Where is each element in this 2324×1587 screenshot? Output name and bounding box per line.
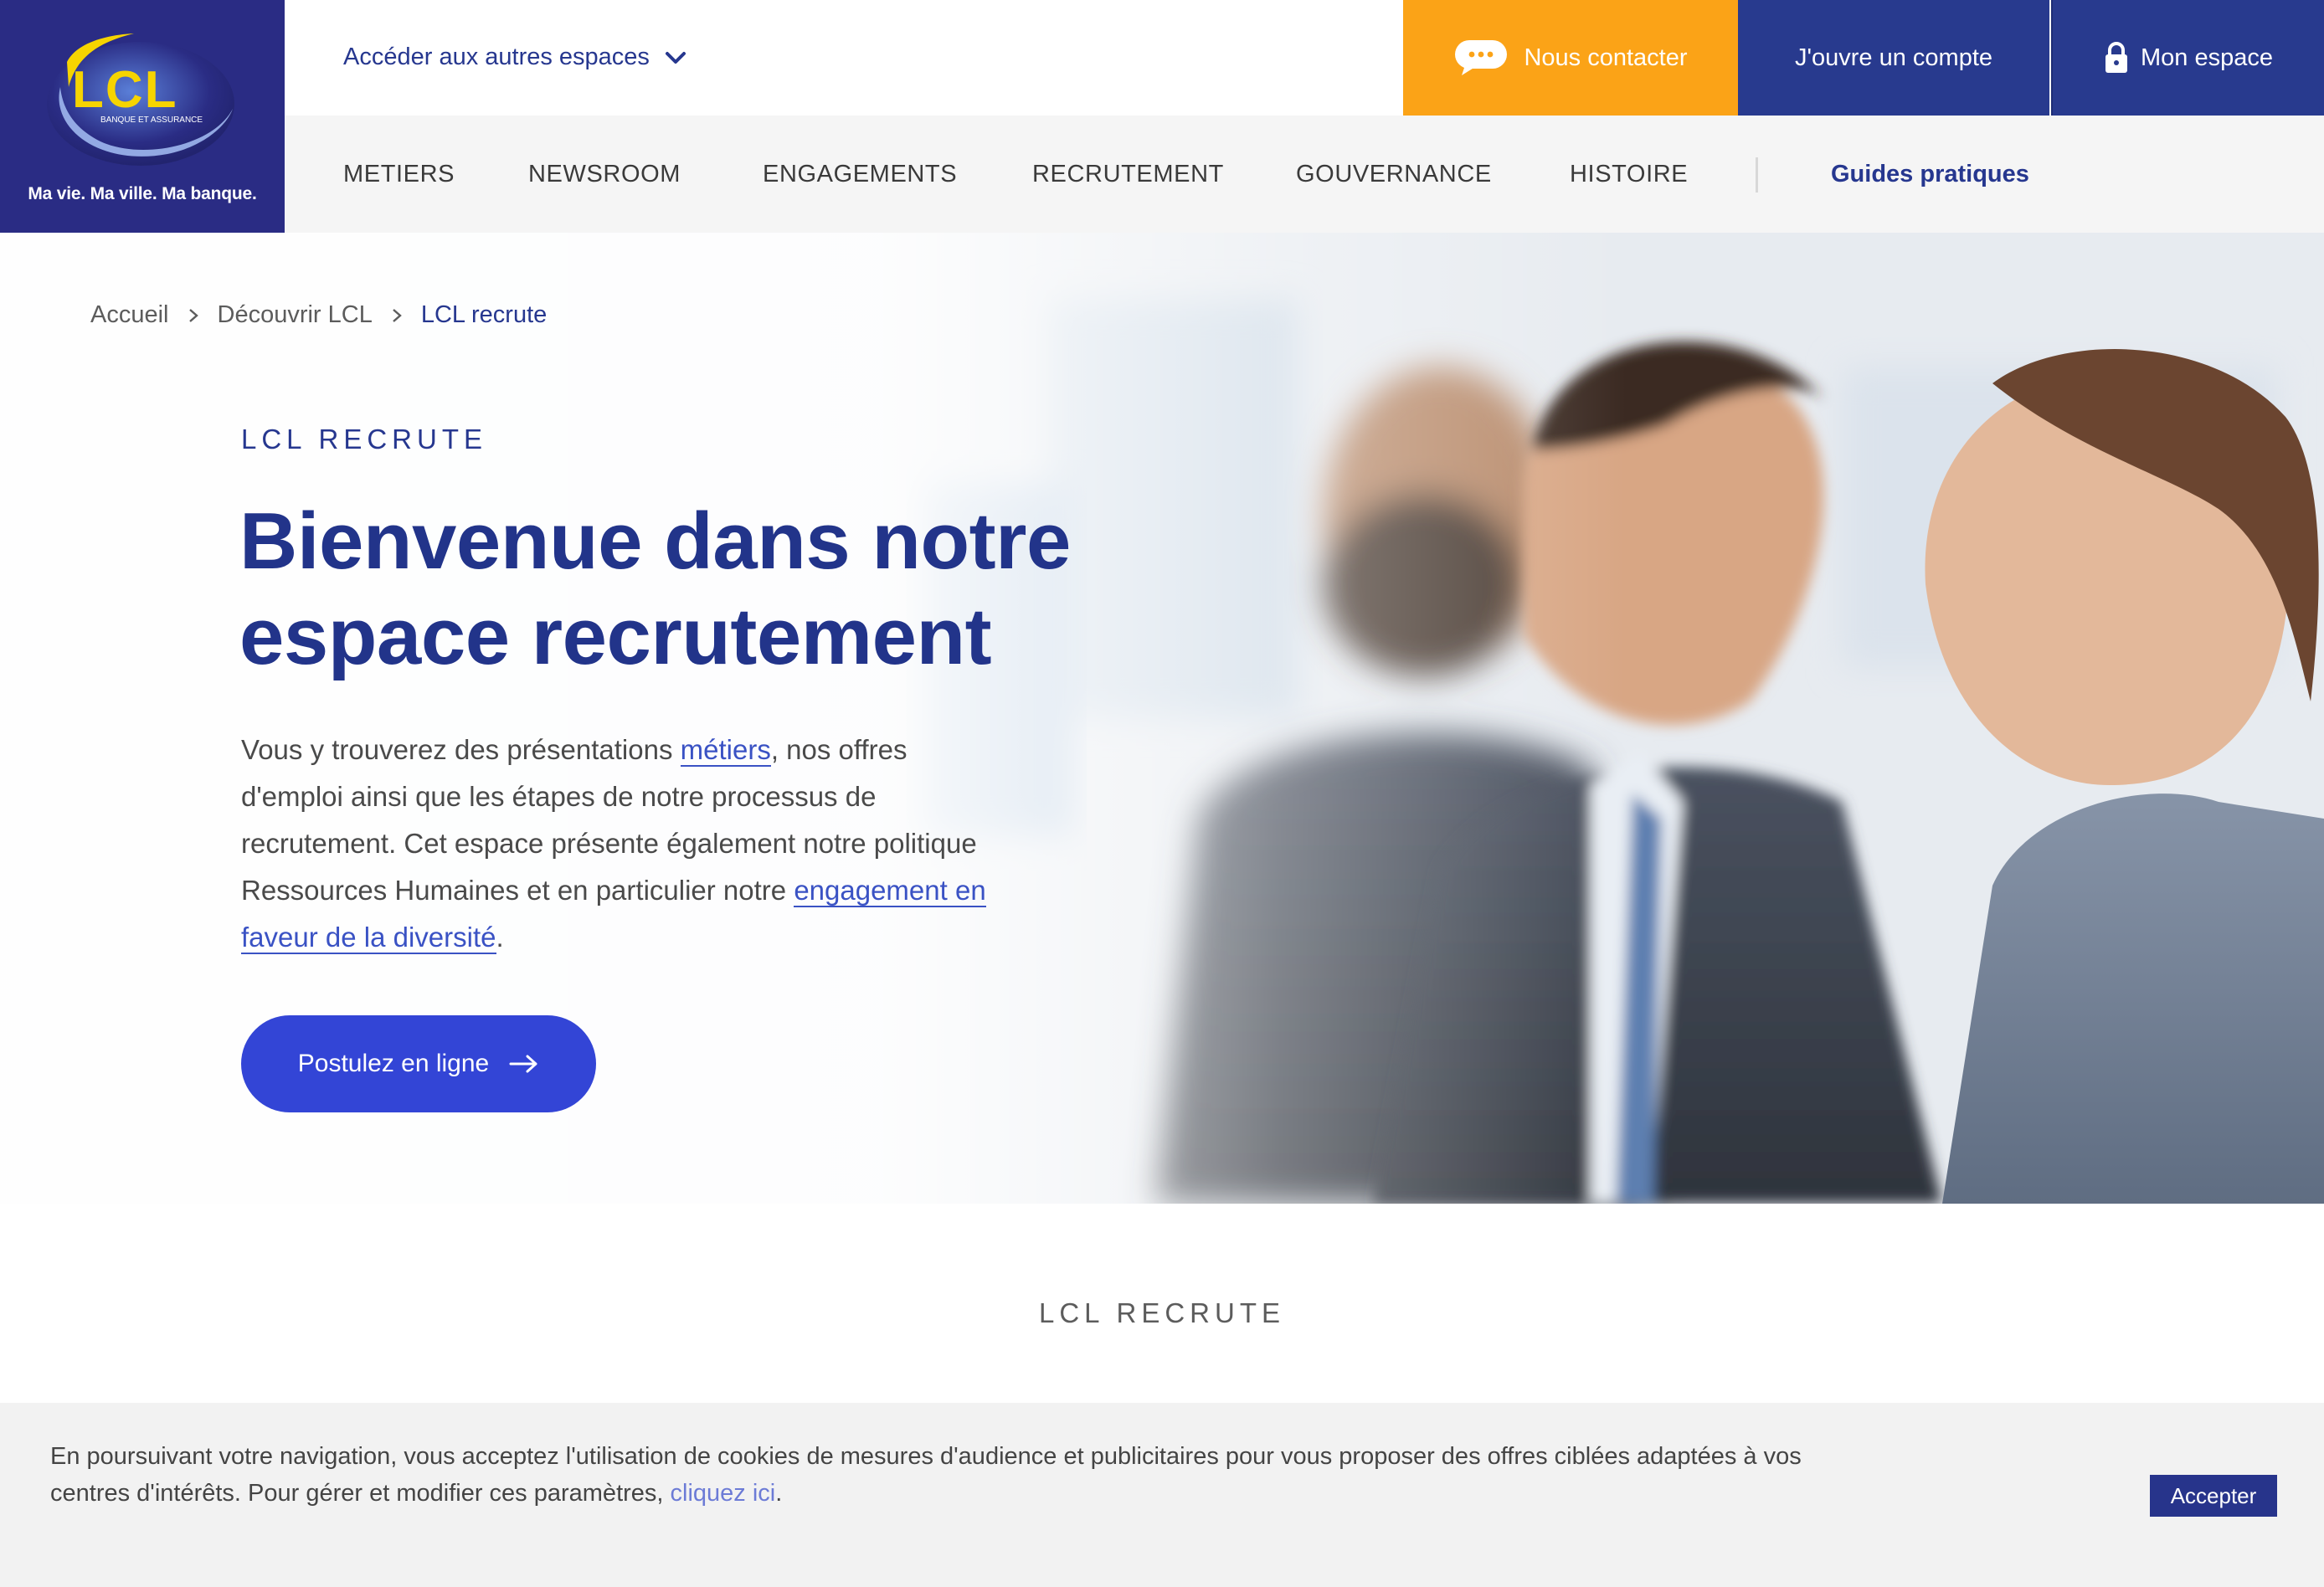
nav-item-metiers[interactable]: METIERS [343, 161, 455, 188]
hero-title: Bienvenue dans notre espace recrutement [239, 494, 1244, 685]
chevron-right-icon [393, 308, 402, 322]
nav-item-newsroom[interactable]: NEWSROOM [528, 161, 681, 188]
nav-item-recrutement[interactable]: RECRUTEMENT [1032, 161, 1224, 188]
cookie-settings-link[interactable]: cliquez ici [671, 1480, 776, 1507]
logo-subtext: BANQUE ET ASSURANCE [100, 116, 203, 125]
hero-text-part1: Vous y trouverez des présentations [241, 734, 681, 765]
my-space-button[interactable]: Mon espace [2051, 0, 2324, 116]
logo-block[interactable]: LCL BANQUE ET ASSURANCE Ma vie. Ma ville… [0, 0, 285, 233]
nav-item-histoire[interactable]: HISTOIRE [1570, 161, 1688, 188]
chat-bubble-icon [1455, 40, 1508, 75]
breadcrumb-decouvrir[interactable]: Découvrir LCL [218, 301, 373, 329]
accept-cookies-button[interactable]: Accepter [2150, 1475, 2277, 1517]
hero-banner: Accueil Découvrir LCL LCL recrute LCL RE… [0, 233, 2324, 1204]
logo-text: LCL [72, 61, 178, 119]
contact-label: Nous contacter [1524, 44, 1688, 71]
arrow-right-icon [509, 1055, 537, 1073]
chevron-down-icon [665, 51, 686, 64]
top-bar: Accéder aux autres espaces Nous contacte… [285, 0, 2324, 116]
hero-title-line1: Bienvenue dans notre [239, 496, 1071, 586]
breadcrumb-home[interactable]: Accueil [90, 301, 169, 329]
contact-button[interactable]: Nous contacter [1403, 0, 1738, 116]
lock-icon [2105, 42, 2127, 73]
nav-item-gouvernance[interactable]: GOUVERNANCE [1296, 161, 1492, 188]
hero-text-part3: . [496, 922, 504, 953]
metiers-link[interactable]: métiers [680, 734, 771, 767]
hero-title-line2: espace recrutement [239, 592, 992, 681]
brand-tagline: Ma vie. Ma ville. Ma banque. [28, 184, 257, 203]
cookie-text: En poursuivant votre navigation, vous ac… [50, 1438, 1859, 1512]
main-nav: METIERS NEWSROOM ENGAGEMENTS RECRUTEMENT… [285, 116, 2324, 233]
breadcrumb: Accueil Découvrir LCL LCL recrute [90, 301, 547, 329]
other-spaces-dropdown[interactable]: Accéder aux autres espaces [343, 44, 686, 71]
open-account-label: J'ouvre un compte [1794, 44, 1993, 71]
apply-online-label: Postulez en ligne [297, 1050, 490, 1077]
cookie-banner: En poursuivant votre navigation, vous ac… [0, 1403, 2324, 1587]
cookie-text-end: . [775, 1480, 783, 1507]
hero-eyebrow: LCL RECRUTE [241, 424, 487, 455]
hero-description: Vous y trouverez des présentations métie… [241, 727, 995, 961]
open-account-button[interactable]: J'ouvre un compte [1738, 0, 2049, 116]
other-spaces-label: Accéder aux autres espaces [343, 44, 650, 70]
my-space-label: Mon espace [2141, 44, 2273, 71]
chevron-right-icon [188, 308, 198, 322]
cookie-text-main: En poursuivant votre navigation, vous ac… [50, 1443, 1802, 1507]
breadcrumb-current: LCL recrute [420, 301, 548, 328]
nav-item-engagements[interactable]: ENGAGEMENTS [763, 161, 957, 188]
section-eyebrow: LCL RECRUTE [1039, 1297, 1285, 1328]
nav-divider [1756, 157, 1758, 193]
nav-item-guides-pratiques[interactable]: Guides pratiques [1831, 161, 2029, 188]
apply-online-button[interactable]: Postulez en ligne [241, 1015, 596, 1112]
lcl-logo: LCL BANQUE ET ASSURANCE [47, 33, 234, 166]
